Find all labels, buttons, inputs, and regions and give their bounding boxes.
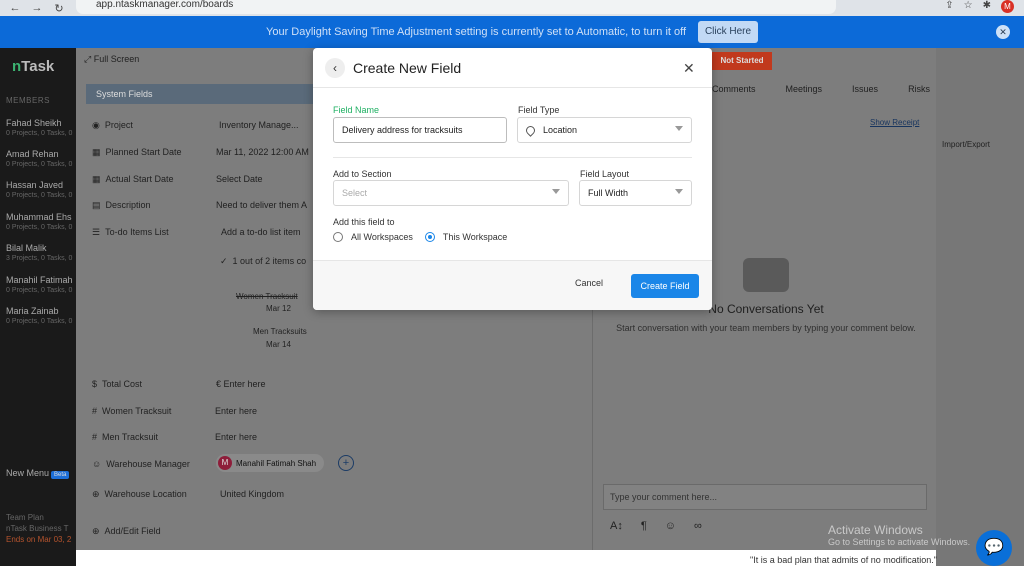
radio-all-workspaces[interactable]: All Workspaces bbox=[333, 232, 413, 242]
activate-windows-watermark: Activate Windows Go to Settings to activ… bbox=[828, 523, 971, 547]
app-header-right bbox=[936, 48, 1024, 566]
create-field-button[interactable]: Create Field bbox=[631, 274, 699, 298]
chat-support-button[interactable]: 💬 bbox=[976, 530, 1012, 566]
chevron-down-icon bbox=[675, 126, 683, 131]
manager-chip[interactable]: M Manahil Fatimah Shah bbox=[216, 454, 325, 472]
field-value[interactable]: Mar 11, 2022 12:00 AM bbox=[216, 147, 309, 157]
field-value[interactable]: Enter here bbox=[215, 432, 257, 442]
add-to-section-label: Add to Section bbox=[333, 169, 392, 179]
forward-icon[interactable]: → bbox=[30, 2, 44, 14]
add-edit-field-button[interactable]: ⊕ Add/Edit Field bbox=[92, 526, 161, 537]
member-item[interactable]: Maria Zainab 0 Projects, 0 Tasks, 0 bbox=[6, 306, 72, 325]
browser-actions: ⇪ ☆ ✱ M bbox=[945, 0, 1014, 13]
activity-tabs: Comments Meetings Issues Risks bbox=[712, 84, 930, 94]
footer-quote: "It is a bad plan that admits of no modi… bbox=[750, 555, 937, 565]
member-item[interactable]: Amad Rehan 0 Projects, 0 Tasks, 0 bbox=[6, 149, 72, 168]
comment-input[interactable]: Type your comment here... bbox=[603, 484, 927, 510]
tab-meetings[interactable]: Meetings bbox=[786, 84, 823, 94]
member-item[interactable]: Muhammad Ehs 0 Projects, 0 Tasks, 0 bbox=[6, 212, 72, 231]
star-icon[interactable]: ☆ bbox=[964, 0, 973, 13]
todo-item[interactable]: Men Tracksuits bbox=[253, 327, 307, 336]
field-value[interactable]: Need to deliver them A bbox=[216, 200, 307, 210]
todo-add-input[interactable]: Add a to-do list item bbox=[221, 227, 301, 237]
ntask-logo: nTask bbox=[12, 58, 55, 75]
field-value[interactable]: Inventory Manage... bbox=[219, 120, 299, 130]
field-label: ⊕ Warehouse Location bbox=[92, 489, 187, 499]
field-value[interactable]: € Enter here bbox=[216, 379, 266, 389]
emoji-icon[interactable]: ☺ bbox=[665, 520, 676, 532]
location-pin-icon bbox=[524, 123, 537, 137]
divider bbox=[333, 157, 692, 158]
avatar: M bbox=[218, 456, 232, 470]
chat-bubbles-icon bbox=[743, 258, 789, 292]
member-item[interactable]: Fahad Sheikh 0 Projects, 0 Tasks, 0 bbox=[6, 118, 72, 137]
section-select[interactable]: Select bbox=[333, 180, 569, 206]
extensions-icon[interactable]: ✱ bbox=[983, 0, 991, 13]
todo-date: Mar 14 bbox=[266, 340, 291, 349]
add-manager-button[interactable]: + bbox=[338, 455, 354, 471]
create-field-modal: ‹ Create New Field ✕ Field Name Delivery… bbox=[313, 48, 712, 310]
show-receipt-link[interactable]: Show Receipt bbox=[870, 118, 919, 127]
sidebar: nTask MEMBERS Fahad Sheikh 0 Projects, 0 … bbox=[0, 48, 76, 566]
field-name-input[interactable]: Delivery address for tracksuits bbox=[333, 117, 507, 143]
member-item[interactable]: Manahil Fatimah 0 Projects, 0 Tasks, 0 bbox=[6, 275, 73, 294]
cancel-button[interactable]: Cancel bbox=[575, 278, 603, 288]
chevron-down-icon bbox=[552, 189, 560, 194]
field-label: ☰ To-do Items List bbox=[92, 227, 169, 237]
dst-banner: Your Daylight Saving Time Adjustment set… bbox=[0, 16, 1024, 48]
tab-comments[interactable]: Comments bbox=[712, 84, 756, 94]
field-label: ☺ Warehouse Manager bbox=[92, 459, 190, 469]
full-screen-button[interactable]: ⤢ Full Screen bbox=[84, 54, 139, 65]
close-icon[interactable]: ✕ bbox=[683, 60, 695, 77]
text-format-icon[interactable]: A↕ bbox=[610, 520, 623, 532]
todo-item[interactable]: Women Tracksuit bbox=[236, 292, 298, 301]
banner-text: Your Daylight Saving Time Adjustment set… bbox=[266, 26, 687, 38]
profile-avatar[interactable]: M bbox=[1001, 0, 1014, 13]
field-value[interactable]: Enter here bbox=[215, 406, 257, 416]
field-value[interactable]: United Kingdom bbox=[220, 489, 284, 499]
address-bar[interactable]: app.ntaskmanager.com/boards bbox=[76, 0, 836, 14]
field-label: $ Total Cost bbox=[92, 379, 143, 389]
field-type-label: Field Type bbox=[518, 105, 560, 115]
add-this-field-label: Add this field to bbox=[333, 217, 395, 227]
comment-toolbar: A↕ ¶ ☺ ∞ bbox=[610, 520, 702, 532]
beta-badge: Beta bbox=[51, 471, 70, 479]
field-label: ▦ Actual Start Date bbox=[92, 174, 174, 184]
field-label: # Women Tracksuit bbox=[92, 406, 172, 416]
back-icon[interactable]: ‹ bbox=[325, 58, 345, 78]
field-label: # Men Tracksuit bbox=[92, 432, 159, 442]
modal-header: ‹ Create New Field ✕ bbox=[313, 48, 712, 88]
workspace-radio-group: All Workspaces This Workspace bbox=[333, 232, 519, 242]
member-item[interactable]: Hassan Javed 0 Projects, 0 Tasks, 0 bbox=[6, 180, 72, 199]
paragraph-icon[interactable]: ¶ bbox=[641, 520, 647, 532]
field-label: ▦ Planned Start Date bbox=[92, 147, 182, 157]
back-icon[interactable]: ← bbox=[8, 2, 22, 14]
radio-this-workspace[interactable]: This Workspace bbox=[424, 232, 507, 242]
banner-close-icon[interactable]: ✕ bbox=[996, 25, 1010, 39]
todo-date: Mar 12 bbox=[266, 304, 291, 313]
field-label: ▤ Description bbox=[92, 200, 151, 210]
modal-title: Create New Field bbox=[353, 60, 462, 76]
members-label: MEMBERS bbox=[6, 96, 50, 105]
field-value[interactable]: Select Date bbox=[216, 174, 263, 184]
modal-footer: Cancel Create Field bbox=[313, 260, 712, 310]
import-export-button[interactable]: Import/Export bbox=[942, 140, 990, 149]
member-item[interactable]: Bilal Malik 3 Projects, 0 Tasks, 0 bbox=[6, 243, 72, 262]
field-layout-select[interactable]: Full Width bbox=[579, 180, 692, 206]
status-badge[interactable]: Not Started bbox=[712, 52, 772, 70]
team-plan: Team Plan nTask Business T Ends on Mar 0… bbox=[6, 513, 72, 544]
field-layout-label: Field Layout bbox=[580, 169, 630, 179]
new-menu[interactable]: New Menu Beta bbox=[6, 468, 70, 479]
tab-risks[interactable]: Risks bbox=[908, 84, 930, 94]
banner-click-here-button[interactable]: Click Here bbox=[698, 21, 758, 43]
share-icon[interactable]: ⇪ bbox=[945, 0, 953, 13]
chevron-down-icon bbox=[675, 189, 683, 194]
tab-issues[interactable]: Issues bbox=[852, 84, 878, 94]
link-icon[interactable]: ∞ bbox=[694, 520, 702, 532]
field-type-select[interactable]: Location bbox=[517, 117, 692, 143]
reload-icon[interactable]: ↻ bbox=[52, 2, 66, 15]
field-label: ◉ Project bbox=[92, 120, 133, 130]
field-name-label: Field Name bbox=[333, 105, 380, 115]
system-fields-header[interactable]: System Fields bbox=[86, 84, 316, 104]
